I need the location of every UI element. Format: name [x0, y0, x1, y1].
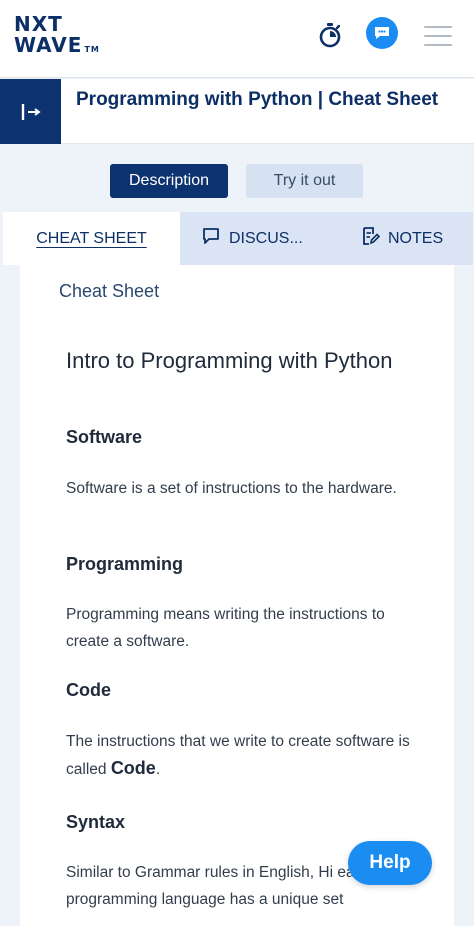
try-it-out-button[interactable]: Try it out	[246, 164, 363, 198]
top-navbar: NXT WAVE TM	[0, 0, 474, 78]
tab-discussions-label: DISCUS...	[229, 229, 303, 247]
logo-wave-text: WAVE	[14, 33, 83, 57]
help-button[interactable]: Help	[348, 841, 432, 885]
logo-trademark: TM	[84, 45, 100, 54]
tab-notes[interactable]: NOTES	[360, 212, 443, 265]
course-title-bar: Programming with Python | Cheat Sheet	[0, 79, 474, 144]
paragraph-programming: Programming means writing the instructio…	[66, 606, 385, 650]
content-title: Intro to Programming with Python	[66, 348, 393, 373]
description-button[interactable]: Description	[110, 164, 228, 198]
sidebar-expand-icon[interactable]	[0, 79, 61, 144]
logo-line-2: WAVE TM	[14, 34, 100, 61]
chat-bubble-icon[interactable]	[366, 17, 398, 49]
hamburger-menu-icon[interactable]	[424, 26, 452, 46]
paragraph-software: Software is a set of instructions to the…	[66, 480, 397, 497]
tab-cheat-sheet-label: CHEAT SHEET	[36, 229, 147, 247]
heading-code: Code	[66, 680, 111, 700]
stopwatch-icon[interactable]	[318, 22, 342, 48]
tab-discussions[interactable]: DISCUS...	[201, 212, 303, 265]
edit-note-icon	[360, 226, 381, 251]
cheat-sheet-content[interactable]: Cheat Sheet Intro to Programming with Py…	[20, 265, 454, 926]
page-title: Programming with Python | Cheat Sheet	[76, 89, 439, 110]
logo-line-1: NXT	[14, 12, 63, 36]
section-label: Cheat Sheet	[59, 281, 160, 301]
heading-software: Software	[66, 427, 143, 447]
nxtwave-logo[interactable]: NXT WAVE TM	[14, 14, 100, 61]
paragraph-code-bold: Code	[110, 758, 156, 778]
content-tabs: CHEAT SHEET DISCUS... NOTES	[3, 212, 473, 265]
page-gutter	[467, 265, 474, 926]
heading-programming: Programming	[66, 554, 184, 574]
tab-cheat-sheet[interactable]: CHEAT SHEET	[3, 212, 180, 265]
paragraph-code-end: .	[155, 761, 161, 778]
message-square-icon	[201, 226, 221, 251]
paragraph-code: The instructions that we write to create…	[66, 728, 426, 783]
tab-notes-label: NOTES	[388, 229, 444, 247]
heading-syntax: Syntax	[66, 812, 126, 832]
